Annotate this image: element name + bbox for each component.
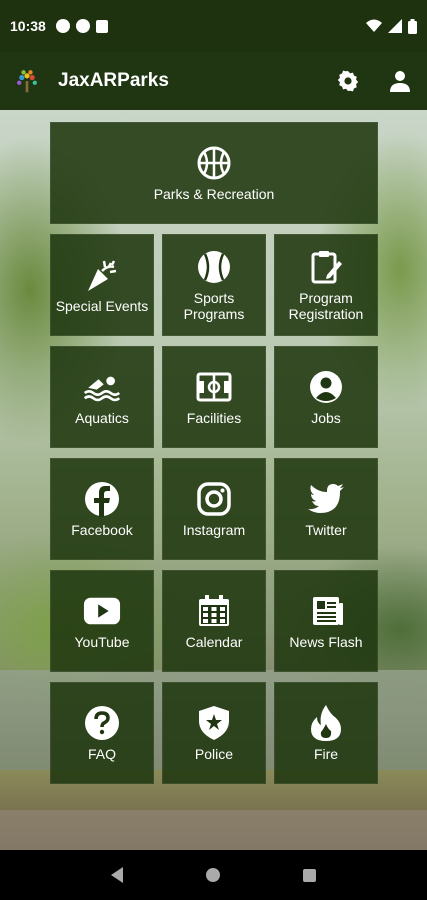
tile-police[interactable]: Police: [162, 682, 266, 784]
tile-label: Facilities: [186, 410, 242, 426]
tile-label: Police: [194, 746, 234, 762]
tile-instagram[interactable]: Instagram: [162, 458, 266, 560]
instagram-icon: [195, 480, 233, 518]
signal-icon: [388, 19, 402, 33]
tile-label: Sports Programs: [183, 290, 245, 322]
question-circle-icon: [83, 704, 121, 742]
tile-parks-recreation[interactable]: Parks & Recreation: [50, 122, 378, 224]
tile-program-registration[interactable]: Program Registration: [274, 234, 378, 336]
status-time: 10:38: [10, 18, 46, 34]
tile-label: Parks & Recreation: [153, 186, 275, 202]
account-circle-icon: [307, 368, 345, 406]
calendar-icon: [195, 592, 233, 630]
flame-icon: [307, 704, 345, 742]
tile-special-events[interactable]: Special Events: [50, 234, 154, 336]
tile-twitter[interactable]: Twitter: [274, 458, 378, 560]
settings-gear-icon[interactable]: [335, 68, 361, 94]
police-badge-icon: [195, 704, 233, 742]
tile-label: Aquatics: [75, 410, 129, 426]
party-popper-icon: [83, 256, 121, 294]
notification-b-icon: [75, 19, 90, 33]
nav-recents-icon[interactable]: [302, 868, 316, 882]
account-person-icon[interactable]: [387, 68, 413, 94]
app-title: JaxARParks: [58, 70, 169, 91]
nav-back-icon[interactable]: [111, 867, 124, 883]
tile-label: Program Registration: [288, 290, 364, 322]
swimmer-icon: [83, 368, 121, 406]
youtube-play-icon: [83, 592, 121, 630]
tile-faq[interactable]: FAQ: [50, 682, 154, 784]
notification-a-icon: [55, 19, 70, 33]
tile-label: Facebook: [71, 522, 133, 538]
tile-facilities[interactable]: Facilities: [162, 346, 266, 448]
tile-calendar[interactable]: Calendar: [162, 570, 266, 672]
tile-label: News Flash: [289, 634, 363, 650]
app-bar: JaxARParks: [0, 52, 427, 110]
tile-label: Calendar: [185, 634, 243, 650]
tile-label: Jobs: [311, 410, 341, 426]
nav-home-icon[interactable]: [205, 868, 220, 882]
newspaper-icon: [307, 592, 345, 630]
tile-label: Special Events: [55, 298, 149, 314]
tile-label: Instagram: [182, 522, 246, 538]
basketball-icon: [195, 144, 233, 182]
tile-sports-programs[interactable]: Sports Programs: [162, 234, 266, 336]
facebook-icon: [83, 480, 121, 518]
baseball-icon: [195, 248, 233, 286]
clipboard-edit-icon: [307, 248, 345, 286]
wifi-icon: [366, 19, 382, 32]
tile-fire[interactable]: Fire: [274, 682, 378, 784]
system-icons: [366, 18, 417, 34]
background-path: [0, 810, 427, 850]
tile-news-flash[interactable]: News Flash: [274, 570, 378, 672]
twitter-bird-icon: [307, 480, 345, 518]
tile-youtube[interactable]: YouTube: [50, 570, 154, 672]
tile-aquatics[interactable]: Aquatics: [50, 346, 154, 448]
tile-facebook[interactable]: Facebook: [50, 458, 154, 560]
tile-label: YouTube: [74, 634, 130, 650]
tree-logo-icon: [14, 68, 40, 94]
tile-jobs[interactable]: Jobs: [274, 346, 378, 448]
system-nav-bar: [0, 850, 427, 900]
field-icon: [195, 368, 233, 406]
sd-card-icon: [95, 19, 108, 33]
tile-label: FAQ: [87, 746, 116, 762]
battery-icon: [408, 18, 417, 34]
status-bar: 10:38: [0, 0, 427, 52]
tile-label: Twitter: [305, 522, 347, 538]
tile-label: Fire: [313, 746, 339, 762]
notification-icons: [55, 19, 108, 33]
